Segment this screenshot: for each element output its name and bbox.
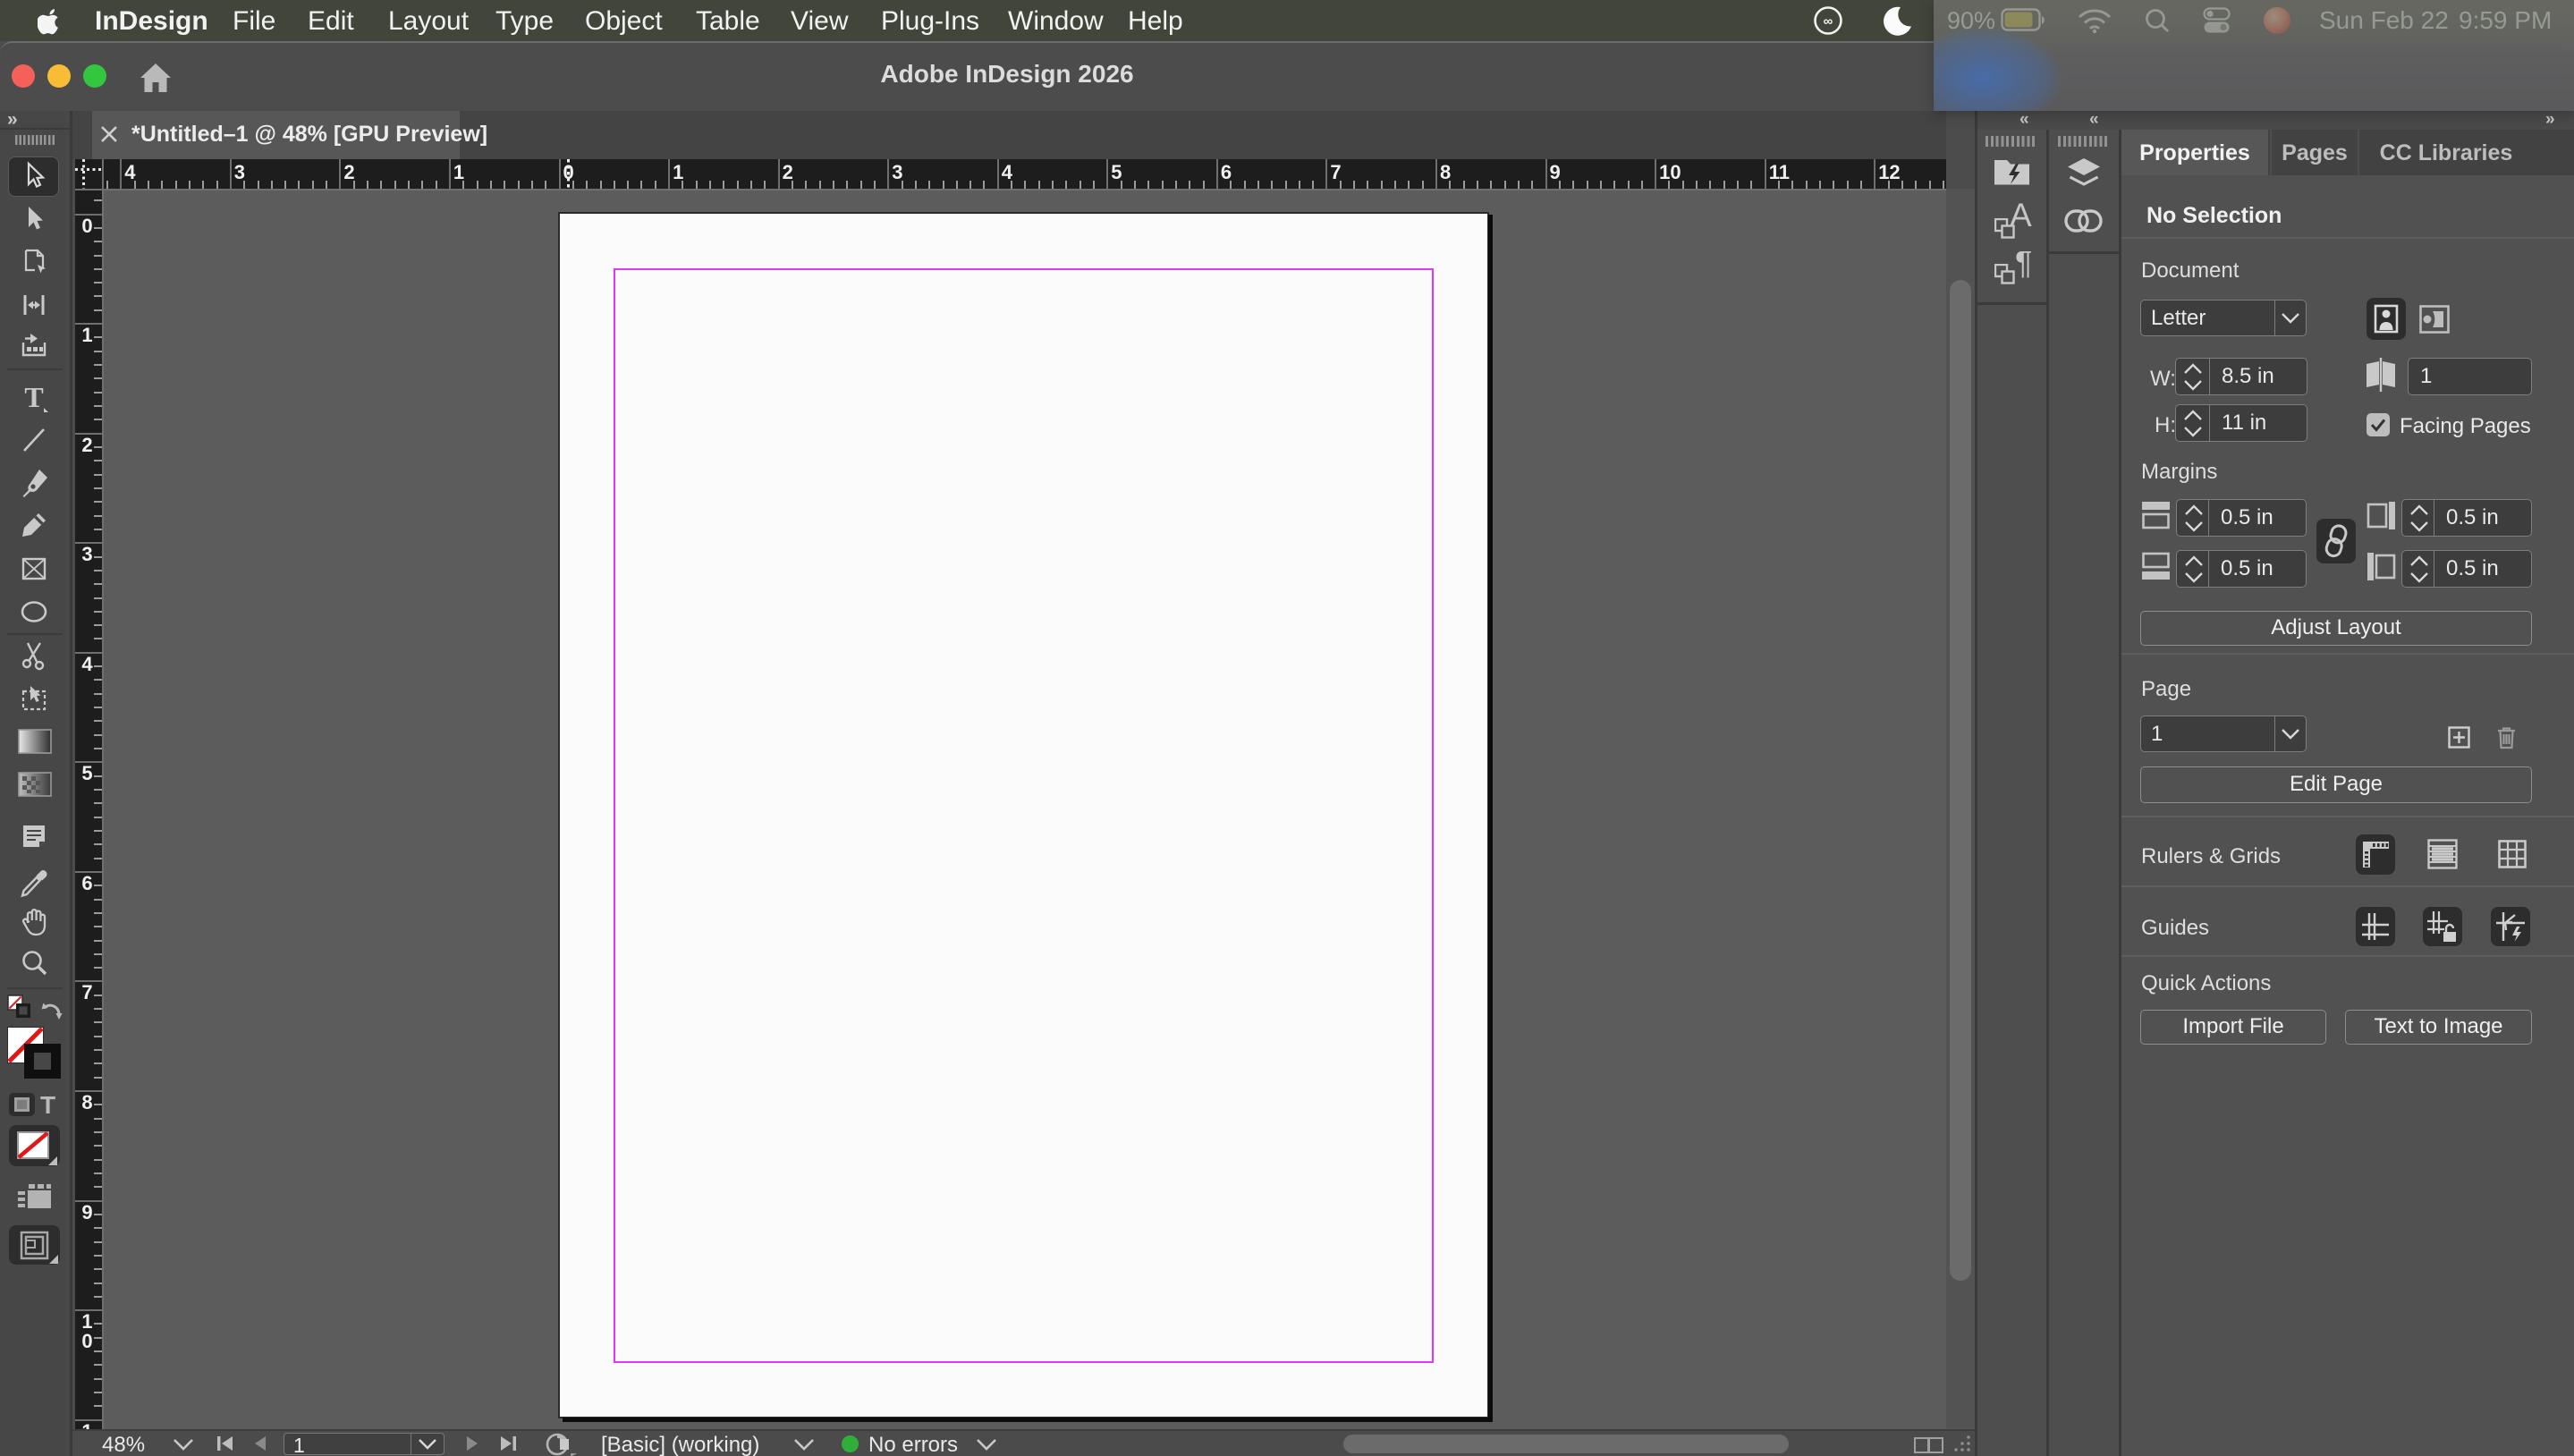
svg-text:T: T [24, 381, 43, 413]
svg-text:∞: ∞ [1824, 14, 1833, 30]
